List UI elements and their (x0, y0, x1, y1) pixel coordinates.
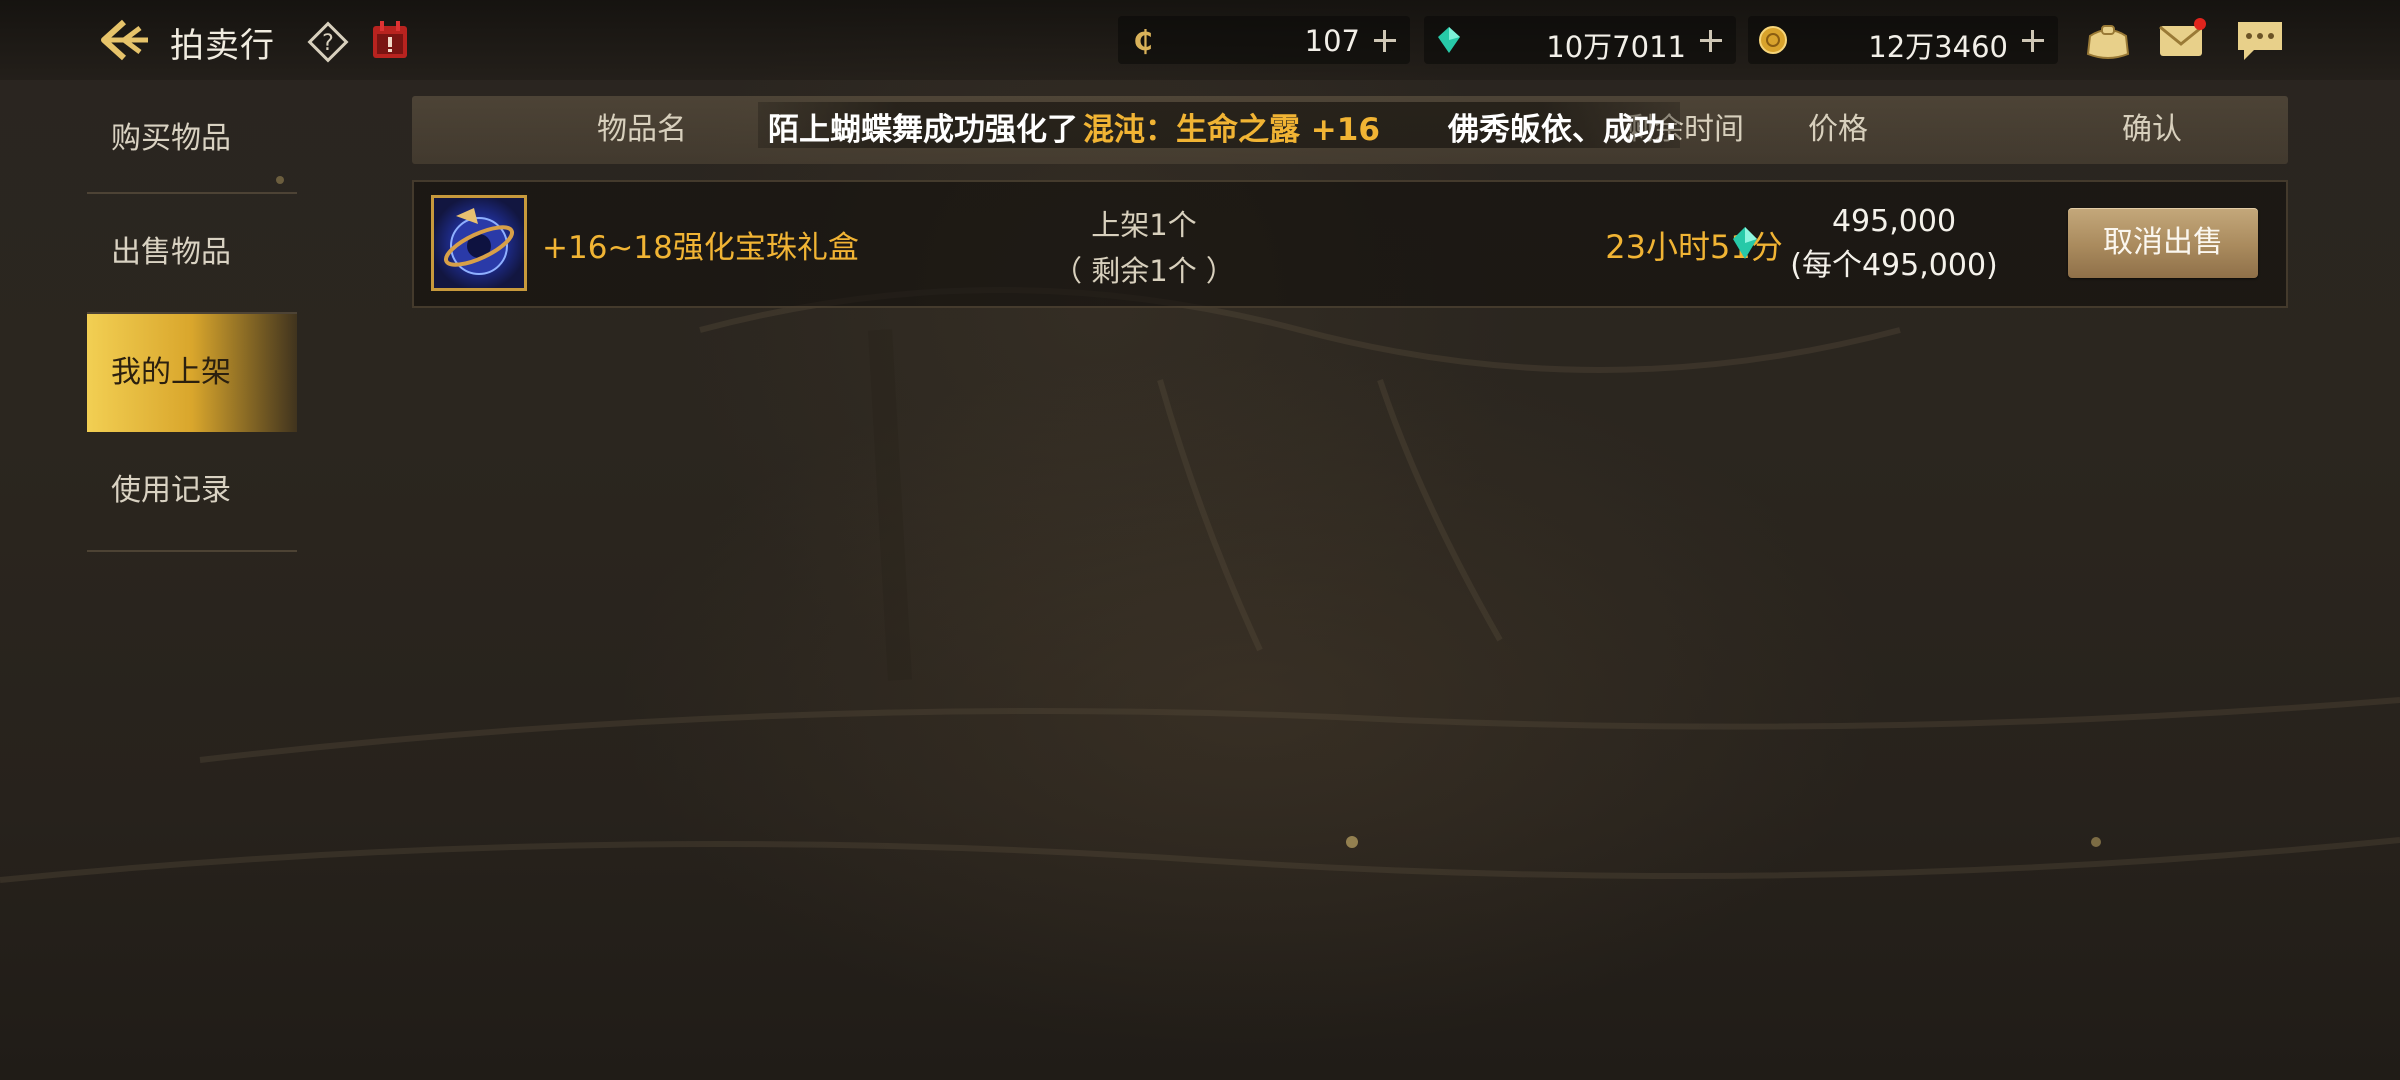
sidebar-item-buy[interactable]: 购买物品 (87, 100, 297, 194)
column-header-confirm: 确认 (2122, 112, 2182, 147)
broadcast-ticker: 陌上蝴蝶舞成功强化了 混沌：生命之露 +16 佛秀皈依、成功: (758, 102, 1680, 148)
add-gem-button[interactable] (1692, 20, 1728, 60)
sidebar-item-sell[interactable]: 出售物品 (87, 194, 297, 314)
sidebar: 购买物品 出售物品 我的上架 使用记录 (87, 100, 297, 552)
price-each: (每个495,000) (1790, 248, 1998, 283)
chat-icon (2238, 22, 2282, 60)
ticker-text-item: 混沌：生命之露 +16 (1083, 112, 1380, 148)
ticker-text-next: 佛秀皈依、成功: (1448, 112, 1678, 148)
ticker-text-player: 陌上蝴蝶舞成功强化了 (768, 112, 1078, 148)
page-title: 拍卖行 (170, 26, 275, 66)
add-coupon-button[interactable] (1366, 20, 1402, 60)
orb-gift-box-icon (443, 208, 515, 275)
column-header-name: 物品名 (597, 112, 687, 147)
listed-quantity: 上架1个 (1091, 208, 1197, 242)
column-header-price: 价格 (1808, 112, 1868, 147)
back-arrow-icon (101, 19, 148, 61)
svg-text:₵: ₵ (1133, 25, 1152, 55)
item-icon[interactable] (431, 195, 527, 291)
back-button[interactable] (96, 14, 156, 66)
gold-coin-icon (1759, 26, 1787, 54)
sidebar-item-label: 使用记录 (111, 473, 231, 508)
chat-button[interactable] (2234, 14, 2286, 66)
calendar-icon (373, 21, 407, 58)
bag-button[interactable] (2082, 14, 2134, 66)
sidebar-item-label: 购买物品 (111, 121, 231, 156)
gem-amount: 10万7011 (1546, 30, 1686, 64)
cancel-sale-button[interactable]: 取消出售 (2068, 208, 2258, 278)
question-icon: ? (307, 21, 349, 63)
table-row[interactable]: +16~18强化宝珠礼盒 上架1个 （ 剩余1个 ） 23小时51分 495,0… (412, 180, 2288, 308)
help-button[interactable]: ? (306, 20, 350, 64)
sidebar-item-label: 出售物品 (111, 235, 231, 270)
calendar-button[interactable] (368, 18, 412, 62)
gem-icon (1438, 27, 1460, 53)
remaining-quantity: （ 剩余1个 ） (1053, 254, 1235, 288)
add-gold-button[interactable] (2014, 20, 2050, 60)
item-name: +16~18强化宝珠礼盒 (542, 230, 859, 266)
coupon-amount: 107 (1304, 24, 1360, 58)
svg-text:?: ? (322, 31, 334, 56)
mail-icon (2159, 18, 2206, 56)
coupon-icon: ₵ (1133, 25, 1152, 55)
sidebar-item-history[interactable]: 使用记录 (87, 432, 297, 552)
bag-icon (2086, 25, 2130, 59)
sidebar-item-my-listings[interactable]: 我的上架 (87, 314, 297, 432)
sidebar-item-label: 我的上架 (111, 355, 231, 390)
currency-gem: 10万7011 (1424, 16, 1736, 64)
price-total: 495,000 (1831, 204, 1957, 239)
mail-button[interactable] (2156, 14, 2208, 66)
currency-gold: 12万3460 (1748, 16, 2058, 64)
gold-amount: 12万3460 (1868, 30, 2008, 64)
currency-coupon: ₵ 107 (1118, 16, 1410, 64)
